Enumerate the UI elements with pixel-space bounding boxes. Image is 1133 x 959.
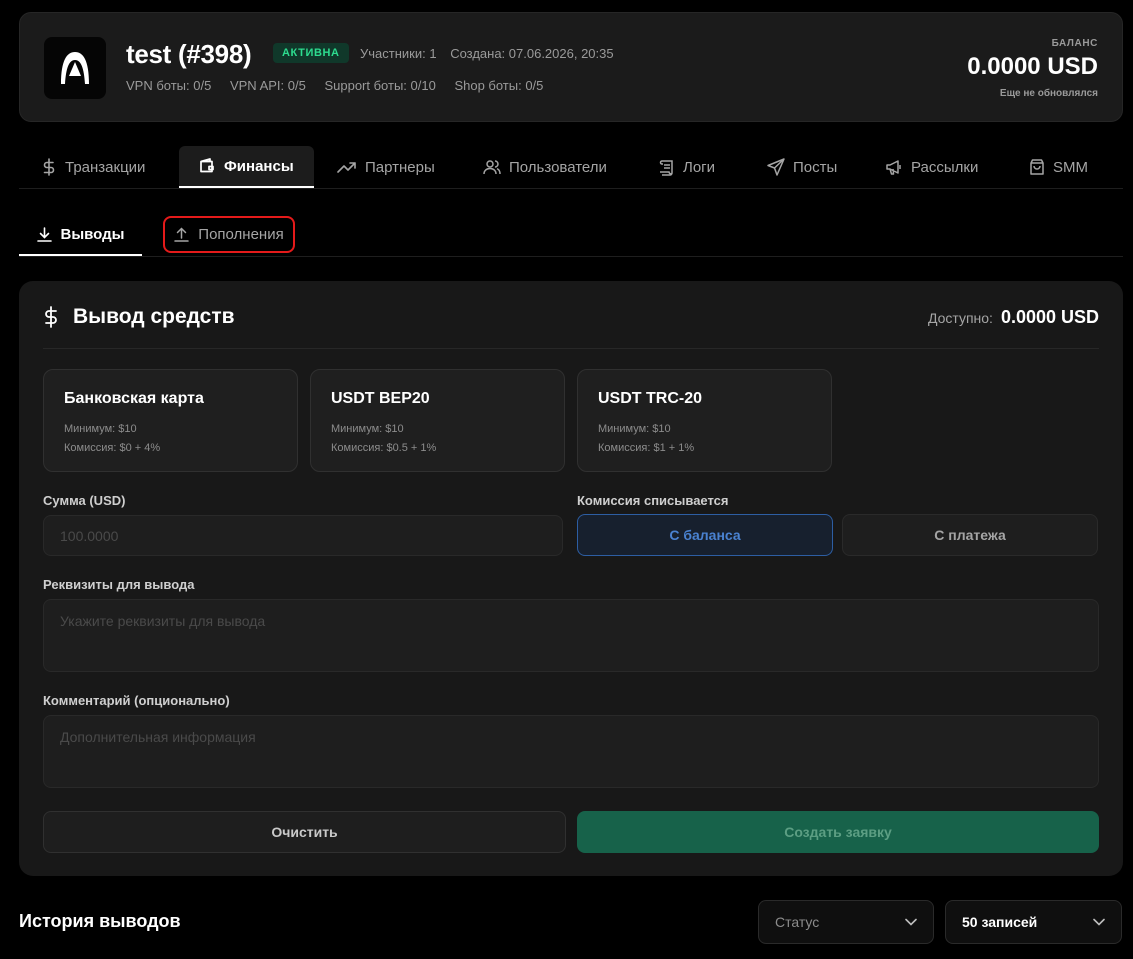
method-fee: Комиссия: $0.5 + 1%: [331, 442, 437, 454]
tab-label: Логи: [683, 158, 716, 176]
tab-label: Рассылки: [911, 158, 979, 176]
fee-from-payment-toggle[interactable]: С платежа: [842, 514, 1098, 556]
main-tabs: Транзакции Финансы Партнеры Пользователи…: [19, 146, 1123, 189]
method-fee: Комиссия: $0 + 4%: [64, 442, 161, 454]
support-bots-limit: Support боты: 0/10: [324, 78, 436, 93]
send-icon: [767, 158, 785, 176]
tab-label: Посты: [793, 158, 838, 176]
withdraw-card: Вывод средств Доступно: 0.0000 USD Банко…: [19, 281, 1123, 876]
method-usdt-trc20[interactable]: USDT TRC-20 Минимум: $10 Комиссия: $1 + …: [577, 369, 832, 472]
trending-up-icon: [337, 162, 356, 173]
status-select-value: Статус: [775, 914, 820, 930]
method-fee: Комиссия: $1 + 1%: [598, 442, 695, 454]
vpn-api-limit: VPN API: 0/5: [229, 78, 306, 93]
project-meta-top: Участники: 1 Создана: 07.06.2026, 20:35: [360, 46, 624, 61]
project-title: test (#398): [126, 39, 252, 70]
shopping-bag-icon: [1030, 158, 1044, 175]
tab-label: Партнеры: [365, 158, 435, 176]
balance-note: Еще не обновлялся: [999, 88, 1098, 99]
project-name: test: [126, 39, 172, 69]
users-icon: [483, 160, 501, 175]
created-date: Создана: 07.06.2026, 20:35: [450, 46, 614, 61]
method-min: Минимум: $10: [331, 423, 404, 435]
status-badge: АКТИВНА: [273, 43, 349, 63]
balance-label: БАЛАНС: [1051, 38, 1098, 49]
tab-label: Транзакции: [65, 158, 146, 176]
participants-count: Участники: 1: [360, 46, 437, 61]
method-bank-card[interactable]: Банковская карта Минимум: $10 Комиссия: …: [43, 369, 298, 472]
method-min: Минимум: $10: [598, 423, 671, 435]
dollar-icon: [43, 158, 55, 176]
method-min: Минимум: $10: [64, 423, 137, 435]
chevron-down-icon: [905, 918, 917, 926]
method-name: USDT BEP20: [331, 390, 430, 407]
tab-transactions[interactable]: Транзакции: [37, 146, 149, 188]
page-size-select[interactable]: 50 записей: [945, 900, 1122, 944]
vpn-bots-limit: VPN боты: 0/5: [126, 78, 212, 93]
method-usdt-bep20[interactable]: USDT BEP20 Минимум: $10 Комиссия: $0.5 +…: [310, 369, 565, 472]
finance-sub-tabs: Выводы Пополнения: [19, 214, 1123, 257]
balance-value: 0.0000 USD: [967, 53, 1098, 80]
fee-from-balance-toggle[interactable]: С баланса: [577, 514, 833, 556]
fee-source-label: Комиссия списывается: [577, 493, 729, 508]
subtab-withdrawals[interactable]: Выводы: [19, 214, 142, 256]
tab-mailings[interactable]: Рассылки: [881, 146, 982, 188]
requisites-placeholder: Укажите реквизиты для вывода: [60, 613, 266, 629]
tab-posts[interactable]: Посты: [763, 146, 841, 188]
comment-label: Комментарий (опционально): [43, 693, 230, 708]
amount-label: Сумма (USD): [43, 493, 126, 508]
history-title: История выводов: [19, 911, 181, 931]
dollar-icon: [45, 306, 57, 328]
available-value: 0.0000 USD: [1000, 307, 1099, 327]
project-header: test (#398) АКТИВНА Участники: 1 Создана…: [19, 12, 1123, 122]
tab-smm[interactable]: SMM: [1025, 146, 1092, 188]
divider: [43, 348, 1099, 349]
subtab-deposits[interactable]: Пополнения: [163, 216, 295, 253]
tab-logs[interactable]: Логи: [655, 146, 719, 188]
requisites-label: Реквизиты для вывода: [43, 577, 195, 592]
upload-icon: [174, 227, 190, 242]
tab-label: Пользователи: [509, 158, 607, 176]
chevron-down-icon: [1093, 918, 1105, 926]
status-select[interactable]: Статус: [758, 900, 934, 944]
method-name: USDT TRC-20: [598, 390, 703, 407]
amount-input[interactable]: 100.0000: [43, 515, 563, 556]
subtab-label: Пополнения: [198, 226, 284, 243]
method-name: Банковская карта: [64, 390, 204, 407]
page-size-value: 50 записей: [962, 914, 1038, 930]
scroll-icon: [659, 159, 673, 176]
clear-button[interactable]: Очистить: [43, 811, 566, 853]
tab-users[interactable]: Пользователи: [479, 146, 611, 188]
wallet-icon: [200, 158, 214, 173]
tab-finance[interactable]: Финансы: [179, 146, 314, 188]
download-icon: [36, 226, 52, 242]
tab-label: SMM: [1053, 158, 1088, 176]
project-logo: [44, 37, 106, 99]
subtab-label: Выводы: [60, 225, 125, 243]
megaphone-icon: [886, 159, 901, 175]
withdraw-title-text: Вывод средств: [73, 305, 235, 328]
tab-label: Финансы: [224, 157, 294, 175]
available-balance: Доступно: 0.0000 USD: [928, 307, 1099, 328]
comment-textarea[interactable]: Дополнительная информация: [43, 715, 1099, 788]
tab-partners[interactable]: Партнеры: [333, 146, 439, 188]
project-limits: VPN боты: 0/5 VPN API: 0/5 Support боты:…: [126, 78, 558, 93]
available-label: Доступно:: [927, 310, 993, 326]
create-request-button[interactable]: Создать заявку: [577, 811, 1099, 853]
comment-placeholder: Дополнительная информация: [60, 729, 256, 745]
withdraw-title: Вывод средств: [43, 305, 235, 329]
requisites-textarea[interactable]: Укажите реквизиты для вывода: [43, 599, 1099, 672]
amount-placeholder: 100.0000: [60, 528, 119, 544]
project-id: (#398): [177, 39, 252, 69]
shop-bots-limit: Shop боты: 0/5: [454, 78, 544, 93]
